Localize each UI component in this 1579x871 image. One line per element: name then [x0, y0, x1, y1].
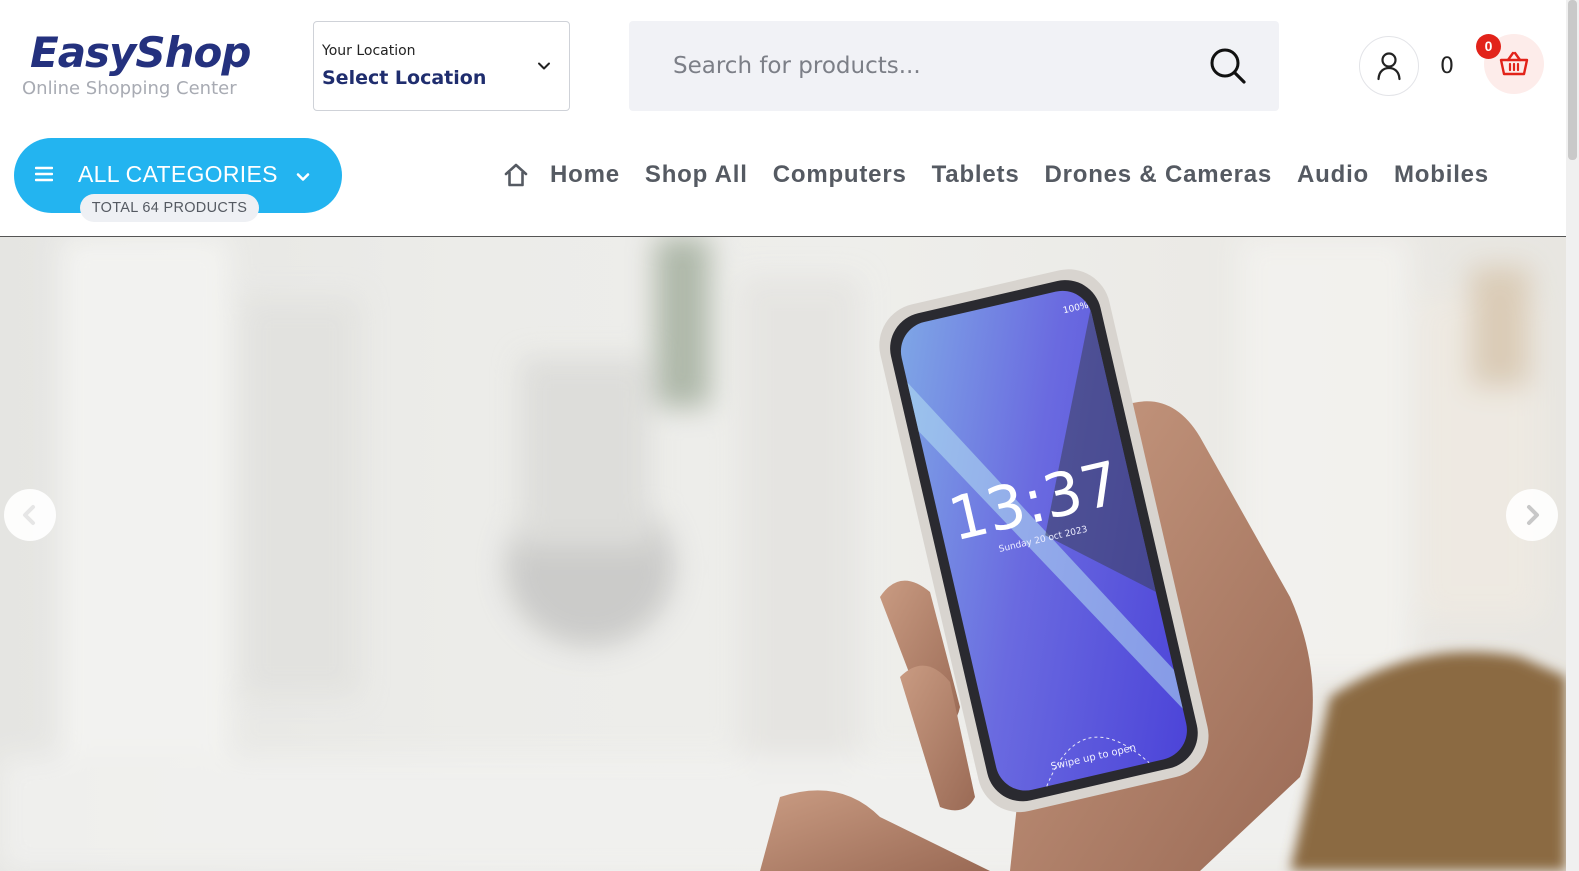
nav-computers[interactable]: Computers	[773, 161, 907, 189]
search-input[interactable]	[673, 45, 1193, 87]
chevron-right-icon	[1527, 505, 1539, 525]
basket-icon	[1499, 51, 1529, 76]
nav-shop-all[interactable]: Shop All	[645, 161, 748, 189]
nav-tablets[interactable]: Tablets	[932, 161, 1020, 189]
scrollbar-thumb[interactable]	[1568, 0, 1577, 160]
location-value: Select Location	[322, 67, 487, 89]
chevron-down-icon	[538, 62, 550, 70]
brand-logo[interactable]: EasyShop Online Shopping Center	[22, 26, 262, 100]
main-nav: Home Shop All Computers Tablets Drones &…	[503, 157, 1489, 193]
hero-image: 13:37 Sunday 20 oct 2023 100% Swipe up t…	[0, 237, 1566, 871]
chevron-down-icon	[296, 173, 310, 181]
cart-total: 0	[1440, 54, 1454, 79]
user-icon	[1377, 52, 1401, 81]
search-bar	[629, 21, 1279, 111]
slider-next-button[interactable]	[1506, 489, 1558, 541]
brand-name: EasyShop	[30, 28, 251, 77]
all-categories-label: ALL CATEGORIES	[78, 161, 278, 187]
location-label: Your Location	[322, 43, 416, 59]
cart-count-badge: 0	[1476, 34, 1501, 59]
chevron-left-icon	[23, 505, 35, 525]
search-icon[interactable]	[1207, 45, 1249, 87]
account-button[interactable]	[1359, 36, 1419, 96]
location-select[interactable]: Your Location Select Location	[313, 21, 570, 111]
total-products-badge: TOTAL 64 PRODUCTS	[80, 194, 259, 222]
hero-slider: 13:37 Sunday 20 oct 2023 100% Swipe up t…	[0, 237, 1566, 871]
hamburger-icon	[35, 166, 53, 182]
nav-audio[interactable]: Audio	[1297, 161, 1369, 189]
home-icon[interactable]	[503, 162, 529, 188]
slider-prev-button[interactable]	[4, 489, 56, 541]
brand-tagline: Online Shopping Center	[22, 78, 237, 99]
nav-drones-cameras[interactable]: Drones & Cameras	[1044, 161, 1272, 189]
nav-mobiles[interactable]: Mobiles	[1394, 161, 1489, 189]
nav-home[interactable]: Home	[550, 161, 620, 189]
